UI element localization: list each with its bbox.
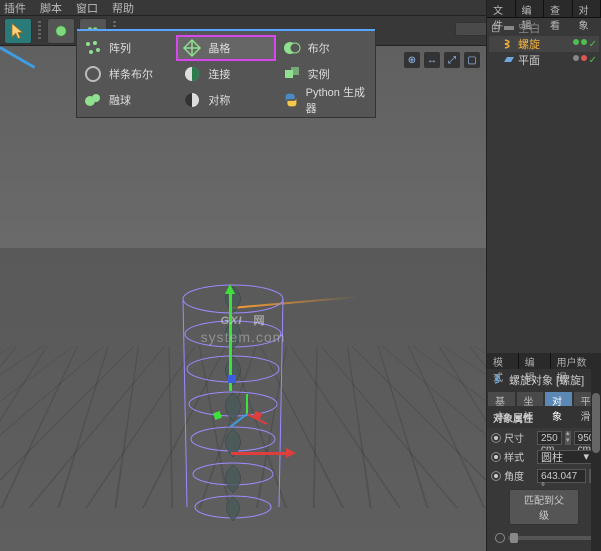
popup-python-generator[interactable]: Python 生成器 — [276, 87, 375, 113]
attr-row-mode: 样式 圆柱▾ — [487, 447, 601, 466]
menu-script[interactable]: 脚本 — [40, 0, 62, 16]
attr-tab-edit[interactable]: 编辑 — [519, 353, 551, 369]
gizmo-z-handle[interactable] — [228, 375, 236, 383]
popup-array[interactable]: 阵列 — [77, 35, 176, 61]
size-x-input[interactable]: 250 cm — [537, 431, 562, 445]
angle-input[interactable]: 643.047 ° — [537, 469, 586, 483]
chevron-down-icon: ▾ — [583, 450, 589, 463]
popup-connect[interactable]: 连接 — [176, 61, 275, 87]
boole-icon — [282, 38, 302, 58]
python-icon — [282, 90, 300, 110]
popup-metaball[interactable]: 融球 — [77, 87, 176, 113]
metaball-icon — [83, 90, 103, 110]
null-icon — [503, 22, 515, 34]
gizmo-x-axis[interactable] — [231, 452, 291, 455]
spline-boole-icon — [83, 64, 103, 84]
slider-track[interactable] — [508, 536, 593, 540]
expand-icon[interactable]: ⊟ — [491, 22, 500, 35]
tree-label: 螺旋 — [518, 36, 540, 52]
object-manager-tabs: 文件 编辑 查看 对象 — [487, 0, 601, 18]
attr-header: 螺旋对象 [螺旋] — [487, 369, 601, 391]
array-icon — [83, 38, 103, 58]
viewport-container: ⊕ ↔ ⤢ ▢ GXI 网 system.com — [0, 46, 486, 551]
subtab-basic[interactable]: 基本 — [487, 391, 516, 407]
vp-orbit-icon[interactable]: ⤢ — [444, 52, 460, 68]
tree-helix[interactable]: 螺旋 ✓ — [489, 36, 599, 52]
world-axis-gizmo — [222, 389, 272, 439]
tool-pointer[interactable] — [4, 18, 32, 44]
attr-row-size: 尺寸 250 cm ▲▼ 950 cm — [487, 428, 601, 447]
menu-help[interactable]: 帮助 — [112, 0, 134, 16]
attr-row-angle: 角度 643.047 ° ▲▼ — [487, 466, 601, 485]
plane-icon — [503, 54, 515, 66]
spinner-icon[interactable]: ▲▼ — [565, 431, 571, 445]
menu-plugin[interactable]: 插件 — [4, 0, 26, 16]
tool-primitive[interactable] — [47, 18, 75, 44]
tab-view[interactable]: 查看 — [544, 0, 573, 17]
subtab-coord[interactable]: 坐标 — [516, 391, 545, 407]
tree-label: 平面 — [518, 52, 540, 68]
fit-to-parent-button[interactable]: 匹配到父级 — [509, 489, 579, 525]
attribute-manager: 模式 编辑 用户数据 螺旋对象 [螺旋] 基本 坐标 对象 平滑 对象属性 尺寸… — [487, 353, 601, 551]
tab-object[interactable]: 对象 — [573, 0, 601, 17]
object-axis-ray — [231, 296, 359, 309]
radio-slider[interactable] — [495, 533, 505, 543]
vp-maximize-icon[interactable]: ▢ — [464, 52, 480, 68]
tree-plane[interactable]: 平面 ✓ — [489, 52, 599, 68]
instance-icon — [282, 64, 302, 84]
helix-icon — [493, 373, 505, 388]
tab-edit[interactable]: 编辑 — [516, 0, 545, 17]
subtab-object[interactable]: 对象 — [544, 391, 573, 407]
toolbar-separator — [38, 21, 41, 41]
attr-row-slider — [487, 529, 601, 551]
gizmo-z-axis[interactable] — [0, 46, 3, 49]
menu-window[interactable]: 窗口 — [76, 0, 98, 16]
lattice-icon — [182, 38, 202, 58]
popup-symmetry[interactable]: 对称 — [176, 87, 275, 113]
modeling-popup: 阵列 晶格 布尔 样条布尔 连接 实例 融球 对称 — [76, 30, 376, 118]
symmetry-icon — [182, 90, 202, 110]
helix-icon — [503, 38, 515, 50]
radio-mode[interactable] — [491, 452, 501, 462]
mode-dropdown[interactable]: 圆柱▾ — [537, 450, 593, 464]
vp-zoom-icon[interactable]: ↔ — [424, 52, 440, 68]
popup-boole[interactable]: 布尔 — [276, 35, 375, 61]
radio-size[interactable] — [491, 433, 501, 443]
attr-scrollbar[interactable] — [591, 353, 601, 551]
tab-file[interactable]: 文件 — [487, 0, 516, 17]
attr-tab-mode[interactable]: 模式 — [487, 353, 519, 369]
popup-lattice[interactable]: 晶格 — [176, 35, 275, 61]
radio-angle[interactable] — [491, 471, 501, 481]
popup-spline-boole[interactable]: 样条布尔 — [77, 61, 176, 87]
connect-icon — [182, 64, 202, 84]
right-panel: 文件 编辑 查看 对象 ⊟ 空白 螺旋 ✓ 平面 ✓ 模式 编辑 用户数据 螺 — [486, 0, 601, 551]
perspective-viewport[interactable]: ⊕ ↔ ⤢ ▢ — [0, 46, 486, 551]
vp-pan-icon[interactable]: ⊕ — [404, 52, 420, 68]
viewport-nav-controls: ⊕ ↔ ⤢ ▢ — [404, 52, 480, 68]
slider-thumb[interactable] — [510, 533, 518, 543]
tree-label: 空白 — [518, 20, 540, 36]
